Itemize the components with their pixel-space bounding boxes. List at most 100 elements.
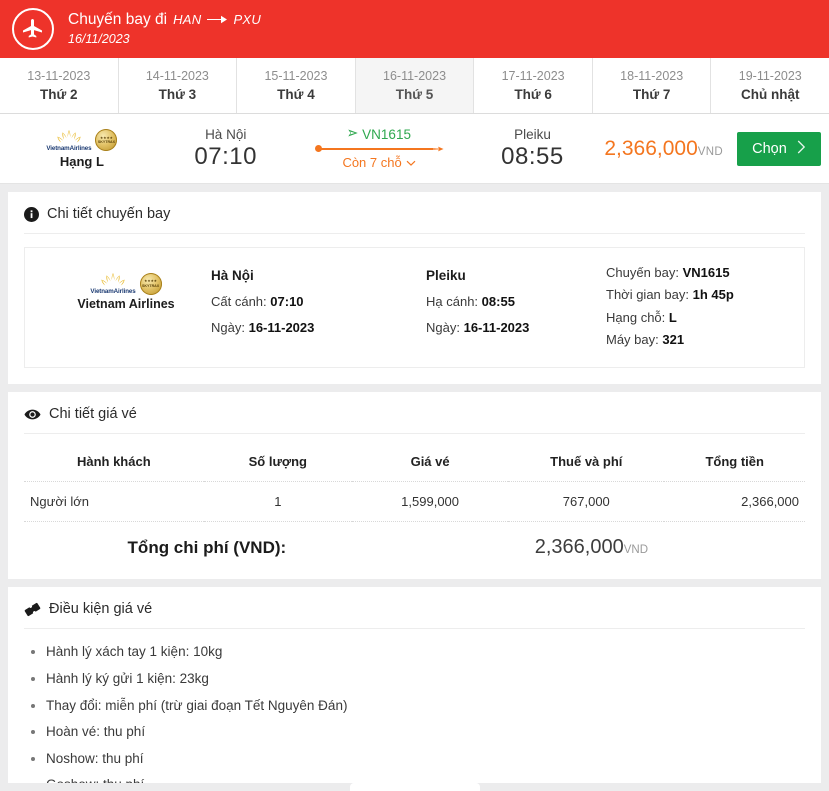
fare-conditions-title-text: Điều kiện giá vé [49,601,152,617]
detail-info-value: VN1615 [683,265,730,280]
detail-arrival-time-label: Hạ cánh: [426,294,478,309]
partially-visible-bottom-element [350,783,480,791]
summary-price: 2,366,000VND [604,137,737,161]
airline-logo-wordmark: VietnamAirlines [90,288,135,295]
header-dest-code: PXU [233,12,261,28]
date-tab-date: 13-11-2023 [27,69,90,83]
grand-total-row: Tổng chi phí (VND): 2,366,000VND [24,530,805,563]
cell-fare: 1,599,000 [352,482,508,522]
col-tax: Thuế và phí [508,440,664,482]
date-tab-6[interactable]: 19-11-2023 Chủ nhật [711,58,829,113]
date-tab-bar: 13-11-2023 Thứ 2 14-11-2023 Thứ 3 15-11-… [0,58,829,114]
detail-arrival-column: Pleiku Hạ cánh: 08:55 Ngày: 16-11-2023 [426,262,606,341]
detail-departure-city: Hà Nội [211,262,426,289]
detail-airline-block: VietnamAirlines ★★★★SKYTRAX Vietnam Airl… [41,262,211,311]
header-origin-code: HAN [173,12,201,28]
price-detail-panel: Chi tiết giá vé Hành khách Số lượng Giá … [8,392,821,579]
route-plane-icon [431,142,445,161]
date-tab-3-selected[interactable]: 16-11-2023 Thứ 5 [356,58,475,113]
departure-city: Hà Nội [205,127,246,142]
eye-icon [24,408,41,421]
summary-route: VN1615 Còn 7 chỗ [298,127,461,170]
vietnam-airlines-logo-icon: VietnamAirlines [90,272,135,295]
vietnam-airlines-logo-icon: VietnamAirlines [46,129,91,152]
detail-info-value: 321 [662,332,684,347]
ticket-icon [24,602,41,617]
fare-conditions-panel: Điều kiện giá vé Hành lý xách tay 1 kiện… [8,587,821,791]
detail-arrival-time-row: Hạ cánh: 08:55 [426,289,606,315]
chevron-right-icon [797,140,806,157]
price-table-head: Hành khách Số lượng Giá vé Thuế và phí T… [24,440,805,482]
flight-detail-title-text: Chi tiết chuyến bay [47,206,170,222]
date-tab-day: Thứ 2 [40,87,78,102]
flight-number-block: VN1615 [347,127,411,142]
date-tab-2[interactable]: 15-11-2023 Thứ 4 [237,58,356,113]
detail-arrival-date: 16-11-2023 [464,320,530,335]
date-tab-date: 15-11-2023 [264,69,327,83]
date-tab-date: 16-11-2023 [383,69,446,83]
detail-info-label: Máy bay: [606,332,659,347]
detail-info-row-0: Chuyến bay: VN1615 [606,262,788,284]
date-tab-1[interactable]: 14-11-2023 Thứ 3 [119,58,238,113]
list-item: Thay đổi: miễn phí (trừ giai đoạn Tết Ng… [46,697,805,715]
route-line-graphic [315,144,443,154]
grand-total-amount: 2,366,000 [535,536,624,558]
flight-number: VN1615 [362,127,411,142]
header-title: Chuyến bay đi [68,10,167,29]
date-tab-5[interactable]: 18-11-2023 Thứ 7 [593,58,712,113]
date-tab-date: 14-11-2023 [146,69,209,83]
grand-total-currency: VND [624,544,648,556]
header-date: 16/11/2023 [68,32,261,48]
list-item: Noshow: thu phí [46,750,805,768]
price-detail-title-text: Chi tiết giá vé [49,406,137,422]
page-bottom-edge [0,783,829,791]
skytrax-badge-icon: ★★★★SKYTRAX [140,273,162,295]
detail-info-column: Chuyến bay: VN1615 Thời gian bay: 1h 45p… [606,262,788,351]
detail-departure-date-row: Ngày: 16-11-2023 [211,315,426,341]
list-item: Hành lý ký gửi 1 kiện: 23kg [46,670,805,688]
col-passenger: Hành khách [24,440,204,482]
plane-icon [12,8,54,50]
date-tab-4[interactable]: 17-11-2023 Thứ 6 [474,58,593,113]
airline-logo-wordmark: VietnamAirlines [46,145,91,152]
date-tab-day: Thứ 7 [633,87,671,102]
flight-detail-card: VietnamAirlines ★★★★SKYTRAX Vietnam Airl… [24,247,805,368]
airline-logo-row: VietnamAirlines ★★★★SKYTRAX [46,129,117,152]
departure-time: 07:10 [194,143,257,171]
date-tab-day: Thứ 3 [159,87,197,102]
detail-info-label: Chuyến bay: [606,265,679,280]
arrival-time: 08:55 [501,143,564,171]
cell-tax: 767,000 [508,482,664,522]
detail-departure-time-row: Cất cánh: 07:10 [211,289,426,315]
detail-logo-row: VietnamAirlines ★★★★SKYTRAX [90,272,161,295]
summary-departure: Hà Nội 07:10 [154,127,298,171]
price-table: Hành khách Số lượng Giá vé Thuế và phí T… [24,440,805,522]
detail-arrival-date-label: Ngày: [426,320,460,335]
detail-departure-date: 16-11-2023 [249,320,315,335]
flight-detail-title: Chi tiết chuyến bay [24,206,805,234]
small-plane-icon [347,127,359,142]
detail-info-value: 1h 45p [693,287,734,302]
detail-arrival-time: 08:55 [482,294,515,309]
fare-conditions-title: Điều kiện giá vé [24,601,805,629]
date-tab-0[interactable]: 13-11-2023 Thứ 2 [0,58,119,113]
seats-remaining-toggle[interactable]: Còn 7 chỗ [342,155,415,170]
table-row: Người lớn 1 1,599,000 767,000 2,366,000 [24,482,805,522]
cell-total: 2,366,000 [664,482,805,522]
date-tab-date: 19-11-2023 [739,69,802,83]
page-header: Chuyến bay đi HAN PXU 16/11/2023 [0,0,829,58]
date-tab-date: 17-11-2023 [502,69,565,83]
detail-info-row-3: Máy bay: 321 [606,329,788,351]
detail-info-row-1: Thời gian bay: 1h 45p [606,284,788,306]
detail-departure-date-label: Ngày: [211,320,245,335]
summary-arrival: Pleiku 08:55 [461,127,605,171]
detail-departure-column: Hà Nội Cất cánh: 07:10 Ngày: 16-11-2023 [211,262,426,341]
flight-results-page: Chuyến bay đi HAN PXU 16/11/2023 13-11-2… [0,0,829,791]
flight-detail-panel: Chi tiết chuyến bay [8,192,821,384]
choose-flight-button[interactable]: Chọn [737,132,821,166]
col-fare: Giá vé [352,440,508,482]
price-detail-title: Chi tiết giá vé [24,406,805,434]
flight-summary-row[interactable]: VietnamAirlines ★★★★SKYTRAX Hạng L Hà Nộ… [0,114,829,184]
detail-info-label: Thời gian bay: [606,287,689,302]
detail-info-value: L [669,310,677,325]
